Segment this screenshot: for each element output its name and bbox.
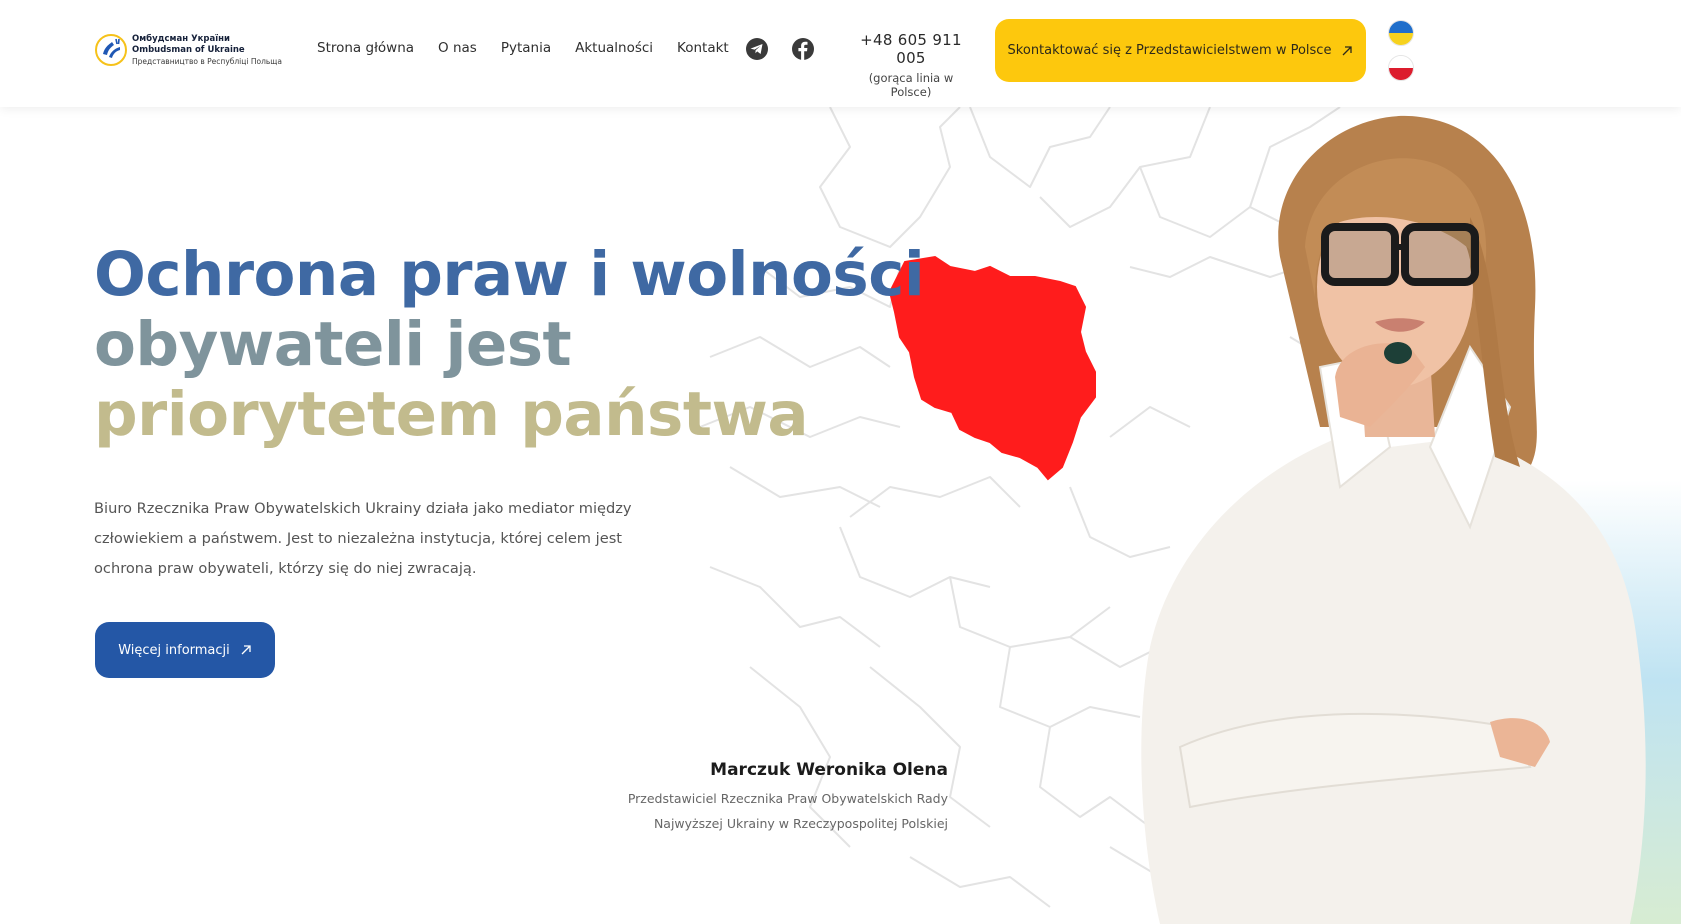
representative-role-line-2: Najwyższej Ukrainy w Rzeczypospolitej Po… (653, 816, 948, 831)
arrow-up-right-icon (241, 645, 251, 655)
representative-portrait (1141, 115, 1646, 924)
hotline-number[interactable]: +48 605 911 005 (850, 31, 972, 67)
language-polish-flag-icon[interactable] (1388, 55, 1414, 81)
logo-subtitle: Представництво в Республіці Польща (132, 56, 282, 66)
hotline[interactable]: +48 605 911 005 (gorąca linia w Polsce) (850, 31, 972, 99)
language-ukrainian-flag-icon[interactable] (1388, 20, 1414, 46)
logo-title-en: Ombudsman of Ukraine (132, 44, 245, 55)
nav-item-about[interactable]: O nas (438, 40, 477, 56)
more-info-label: Więcej informacji (118, 642, 230, 658)
telegram-icon[interactable] (745, 37, 769, 61)
nav-item-questions[interactable]: Pytania (501, 40, 551, 56)
nav-item-home[interactable]: Strona główna (317, 40, 414, 56)
logo-title-ua: Омбудсман України (132, 33, 230, 44)
headline-line-1: Ochrona praw i wolności (94, 239, 925, 310)
facebook-icon[interactable] (791, 37, 815, 61)
arrow-up-right-icon (1342, 45, 1353, 55)
contact-representation-button[interactable]: Skontaktować się z Przedstawicielstwem w… (995, 19, 1366, 82)
more-info-button[interactable]: Więcej informacji (95, 622, 275, 678)
headline-line-2: obywateli jest (94, 309, 572, 380)
headline-line-3: priorytetem państwa (94, 379, 809, 450)
hero-headline: Ochrona praw i wolności obywateli jest p… (94, 239, 925, 450)
ombudsman-logo[interactable]: Омбудсман України Ombudsman of Ukraine П… (94, 30, 299, 70)
hero-description: Biuro Rzecznika Praw Obywatelskich Ukrai… (94, 500, 632, 577)
nav-item-news[interactable]: Aktualności (575, 40, 653, 56)
logo-emblem-icon (95, 34, 127, 66)
representative-role-line-1: Przedstawiciel Rzecznika Praw Obywatelsk… (627, 791, 948, 806)
representative-caption: Marczuk Weronika Olena Przedstawiciel Rz… (588, 760, 948, 836)
site-header: Омбудсман України Ombudsman of Ukraine П… (0, 0, 1681, 107)
hotline-caption: (gorąca linia w Polsce) (868, 71, 954, 99)
contact-button-label: Skontaktować się z Przedstawicielstwem w… (1007, 43, 1332, 58)
main-nav: Strona główna O nas Pytania Aktualności … (317, 40, 753, 56)
representative-name: Marczuk Weronika Olena (710, 760, 948, 780)
nav-item-contact[interactable]: Kontakt (677, 40, 729, 56)
